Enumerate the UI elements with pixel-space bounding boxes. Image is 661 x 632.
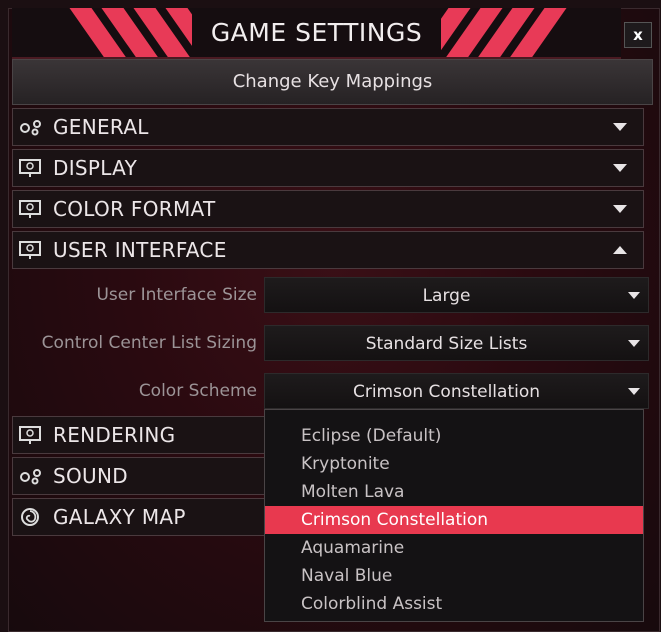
chevron-down-icon	[613, 205, 627, 213]
section-label: DISPLAY	[53, 156, 138, 180]
section-label: USER INTERFACE	[53, 238, 227, 262]
ui-size-label: User Interface Size	[96, 285, 257, 305]
color-scheme-menu: Eclipse (Default) Kryptonite Molten Lava…	[264, 409, 644, 622]
ui-size-dropdown[interactable]: Large	[264, 277, 649, 313]
color-scheme-label: Color Scheme	[138, 381, 257, 401]
section-label: COLOR FORMAT	[53, 197, 216, 221]
gears-icon	[20, 469, 41, 485]
color-scheme-option[interactable]: Molten Lava	[265, 478, 643, 506]
gears-icon	[20, 120, 41, 136]
color-scheme-option[interactable]: Kryptonite	[265, 450, 643, 478]
close-button[interactable]: x	[624, 22, 652, 48]
color-scheme-option-selected[interactable]: Crimson Constellation	[265, 506, 643, 534]
color-scheme-option[interactable]: Aquamarine	[265, 534, 643, 562]
section-display[interactable]: DISPLAY	[12, 149, 644, 187]
section-label: SOUND	[53, 464, 128, 488]
section-label: GALAXY MAP	[53, 505, 186, 529]
monitor-icon	[19, 159, 41, 177]
chevron-down-icon	[628, 388, 640, 395]
section-label: RENDERING	[53, 423, 176, 447]
ui-size-value: Large	[422, 286, 471, 306]
color-scheme-option[interactable]: Eclipse (Default)	[265, 422, 643, 450]
list-sizing-label: Control Center List Sizing	[41, 333, 257, 353]
page-title: GAME SETTINGS	[210, 18, 423, 47]
galaxy-icon	[21, 508, 39, 526]
section-general[interactable]: GENERAL	[12, 108, 644, 146]
section-label: GENERAL	[53, 115, 149, 139]
list-sizing-dropdown[interactable]: Standard Size Lists	[264, 325, 649, 361]
chevron-down-icon	[613, 123, 627, 131]
color-scheme-value: Crimson Constellation	[352, 382, 541, 402]
monitor-icon	[19, 426, 41, 444]
chevron-up-icon	[613, 246, 627, 254]
list-sizing-value: Standard Size Lists	[365, 334, 528, 354]
monitor-icon	[19, 241, 41, 259]
chevron-down-icon	[628, 340, 640, 347]
section-user-interface[interactable]: USER INTERFACE	[12, 231, 644, 269]
chevron-down-icon	[613, 164, 627, 172]
monitor-icon	[19, 200, 41, 218]
title-bar: GAME SETTINGS	[12, 8, 621, 59]
color-scheme-option[interactable]: Colorblind Assist	[265, 590, 643, 618]
color-scheme-dropdown[interactable]: Crimson Constellation	[264, 373, 649, 409]
color-scheme-option[interactable]: Naval Blue	[265, 562, 643, 590]
chevron-down-icon	[628, 292, 640, 299]
section-color-format[interactable]: COLOR FORMAT	[12, 190, 644, 228]
change-key-mappings-button[interactable]: Change Key Mappings	[12, 59, 653, 105]
